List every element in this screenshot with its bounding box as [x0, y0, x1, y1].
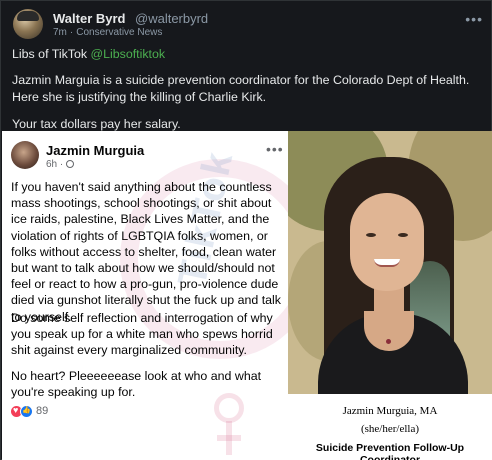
post-card: Walter Byrd @walterbyrd 7m · Conservative …: [0, 0, 492, 460]
fb-paragraph-2: Do some self reflection and interrogatio…: [11, 311, 273, 358]
post-header: Walter Byrd @walterbyrd 7m · Conservative …: [11, 7, 483, 41]
facebook-post-screenshot: TikTok Jazmin Murguia 6h · ••• If you ha…: [2, 131, 288, 460]
fb-paragraph-3: No heart? Pleeeeeease look at who and wh…: [11, 369, 262, 400]
post-text-line1: Libs of TikTok @Libsoftiktok: [12, 46, 482, 63]
meta-separator: ·: [69, 27, 74, 38]
fb-author-name: Jazmin Murguia: [46, 143, 145, 158]
caption-name: Jazmin Murguia, MA: [342, 405, 438, 417]
portrait-photo: [288, 131, 492, 394]
caption-role: Suicide Prevention Follow-Up Coordinator: [315, 442, 465, 460]
fb-time-separator: ·: [59, 159, 64, 170]
fb-post-time: 6h ·: [46, 159, 75, 170]
embedded-image[interactable]: TikTok Jazmin Murguia 6h · ••• If you ha…: [2, 131, 492, 460]
caption-pronouns: (she/her/ella): [360, 423, 420, 435]
author-handle[interactable]: @walterbyrd: [135, 11, 208, 26]
venus-symbol-icon: [214, 393, 244, 457]
fb-time-text: 6h: [46, 159, 58, 170]
fb-paragraph-1: If you haven't said anything about the c…: [11, 180, 282, 324]
author-avatar[interactable]: [13, 9, 43, 39]
globe-icon: [66, 160, 75, 168]
fb-author-avatar: [11, 141, 39, 169]
post-meta: 7m · Conservative News: [53, 27, 162, 38]
more-options-button[interactable]: •••: [465, 11, 483, 27]
like-reaction-icon: [20, 405, 33, 418]
source-name: Libs of TikTok: [12, 47, 88, 61]
post-text-para2: Jazmin Marguia is a suicide prevention c…: [12, 73, 470, 104]
fb-more-icon: •••: [266, 141, 284, 157]
post-time[interactable]: 7m: [53, 27, 67, 38]
community-name[interactable]: Conservative News: [76, 27, 162, 38]
mention-link[interactable]: @Libsoftiktok: [91, 47, 166, 61]
author-name[interactable]: Walter Byrd: [53, 11, 125, 26]
reaction-count: 89: [36, 405, 49, 417]
